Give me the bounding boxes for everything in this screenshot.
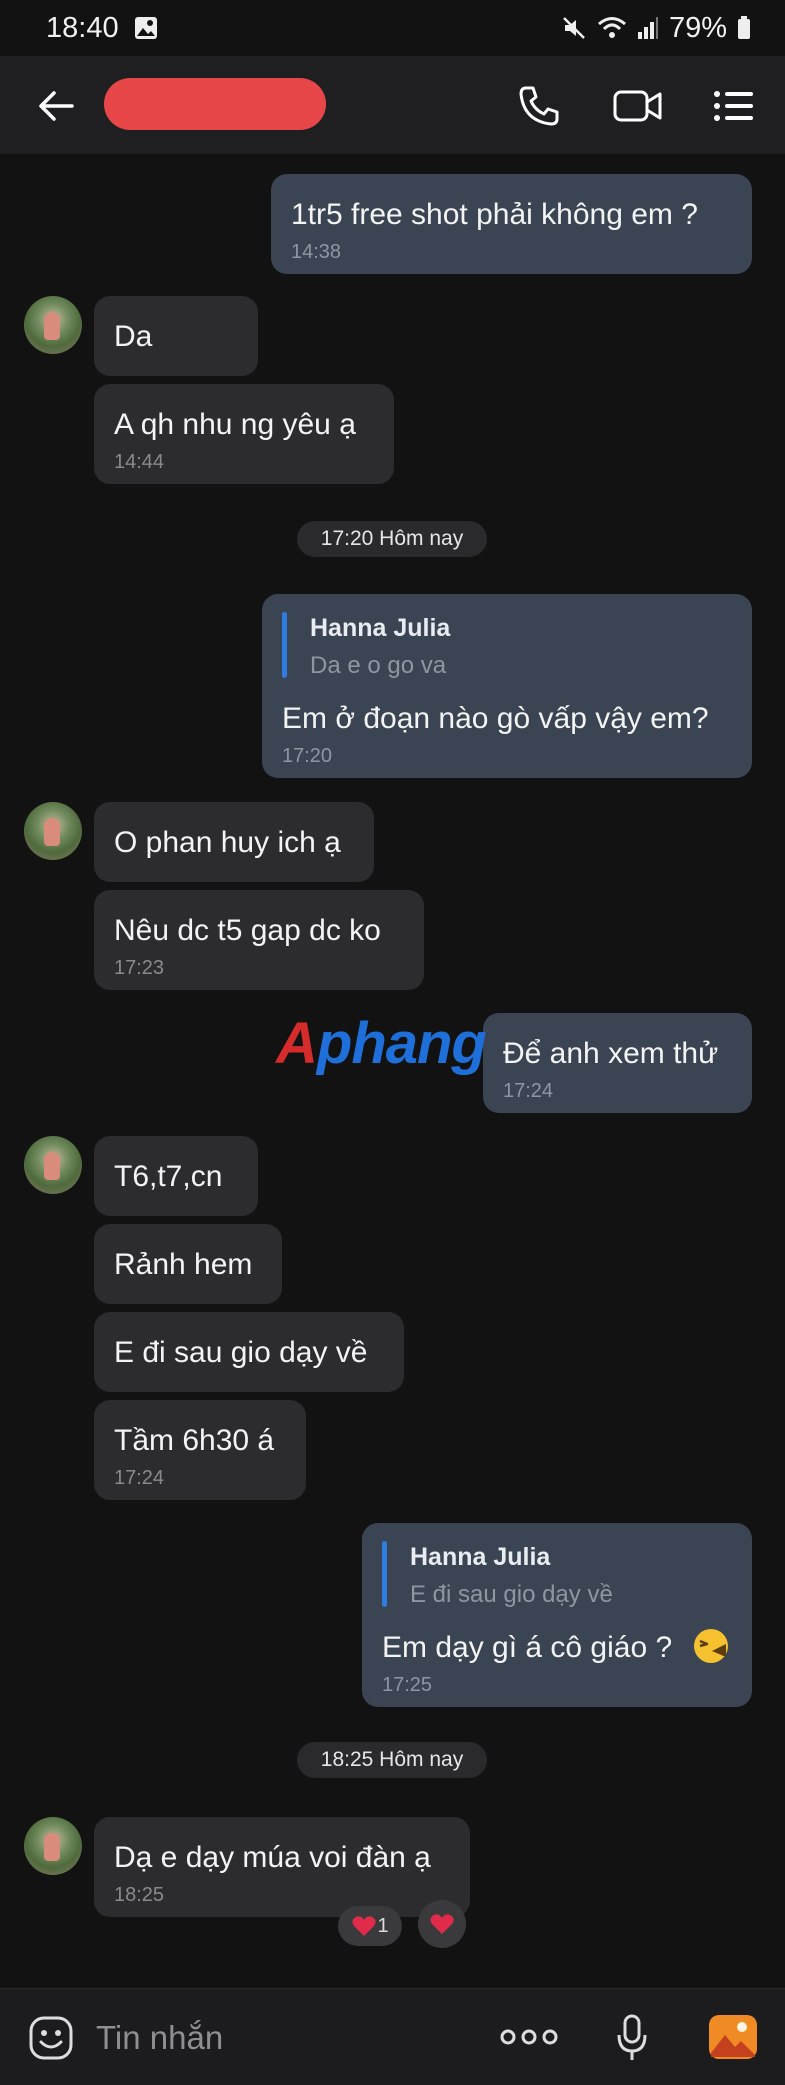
message-text: A qh nhu ng yêu ạ	[114, 408, 356, 441]
message-text: 1tr5 free shot phải không em ?	[291, 198, 698, 231]
message-outgoing-reply[interactable]: Hanna Julia E đi sau gio dạy về Em dạy g…	[362, 1523, 752, 1707]
heart-icon	[430, 1914, 454, 1934]
message-time: 17:25	[382, 1674, 433, 1696]
message-incoming[interactable]: A qh nhu ng yêu ạ 14:44	[94, 384, 394, 484]
wifi-icon	[597, 17, 626, 38]
message-time: 17:23	[114, 957, 165, 979]
heart-icon	[352, 1916, 377, 1936]
message-text: Rảnh hem	[114, 1248, 253, 1281]
gallery-icon[interactable]	[707, 2013, 759, 2061]
message-time: 17:20	[282, 745, 333, 767]
chat-header	[0, 56, 785, 154]
reply-sender: Hanna Julia	[410, 1543, 551, 1571]
message-text: T6,t7,cn	[114, 1160, 223, 1193]
message-text: O phan huy ich ạ	[114, 826, 341, 859]
reply-sender: Hanna Julia	[310, 614, 451, 642]
menu-list-icon[interactable]	[712, 84, 756, 128]
avatar[interactable]	[24, 1136, 82, 1194]
battery-icon	[738, 16, 750, 39]
microphone-icon[interactable]	[614, 2013, 650, 2063]
message-incoming[interactable]: Dạ e dạy múa voi đàn ạ 18:25	[94, 1817, 470, 1917]
add-reaction-button[interactable]	[418, 1900, 466, 1948]
reply-quote: E đi sau gio dạy về	[410, 1581, 613, 1608]
message-text: Để anh xem thử	[503, 1037, 719, 1070]
message-time: 17:24	[503, 1080, 554, 1102]
message-incoming[interactable]: E đi sau gio dạy về	[94, 1312, 404, 1392]
date-separator: 17:20 Hôm nay	[297, 521, 487, 557]
laughing-emoji-icon	[694, 1629, 728, 1663]
contact-name-redacted[interactable]	[104, 78, 326, 130]
message-outgoing-reply[interactable]: Hanna Julia Da e o go va Em ở đoạn nào g…	[262, 594, 752, 778]
message-incoming[interactable]: Nêu dc t5 gap dc ko 17:23	[94, 890, 424, 990]
message-text: E đi sau gio dạy về	[114, 1336, 368, 1369]
phone-icon[interactable]	[516, 84, 562, 128]
emoji-icon[interactable]	[28, 2015, 74, 2061]
message-input[interactable]: Tin nhắn	[96, 2019, 223, 2057]
message-incoming[interactable]: O phan huy ich ạ	[94, 802, 374, 882]
reply-accent-bar	[382, 1541, 387, 1607]
reply-accent-bar	[282, 612, 287, 678]
message-text: Nêu dc t5 gap dc ko	[114, 914, 381, 947]
message-outgoing[interactable]: 1tr5 free shot phải không em ? 14:38	[271, 174, 752, 274]
message-incoming[interactable]: Rảnh hem	[94, 1224, 282, 1304]
message-text: Em dạy gì á cô giáo ?	[382, 1631, 673, 1664]
avatar[interactable]	[24, 802, 82, 860]
message-time: 17:24	[114, 1467, 165, 1489]
battery-percent: 79%	[668, 11, 727, 44]
video-call-icon[interactable]	[612, 84, 664, 128]
gallery-notification-icon	[134, 17, 157, 39]
watermark-logo: Aphang	[276, 1010, 487, 1077]
message-text: Dạ e dạy múa voi đàn ạ	[114, 1841, 431, 1874]
message-text: Da	[114, 320, 153, 353]
message-text: Em ở đoạn nào gò vấp vậy em?	[282, 702, 709, 735]
status-bar: 18:40 79%	[0, 0, 785, 56]
date-separator: 18:25 Hôm nay	[297, 1742, 487, 1778]
message-text: Tầm 6h30 á	[114, 1424, 275, 1457]
avatar[interactable]	[24, 296, 82, 354]
back-arrow-icon[interactable]	[36, 86, 76, 126]
message-time: 18:25	[114, 1884, 165, 1906]
reaction-count: 1	[377, 1914, 389, 1937]
message-composer: Tin nhắn	[0, 1988, 785, 2085]
reaction-badge[interactable]: 1	[338, 1906, 402, 1946]
avatar[interactable]	[24, 1817, 82, 1875]
reply-quote: Da e o go va	[310, 652, 447, 679]
message-outgoing[interactable]: Để anh xem thử 17:24	[483, 1013, 752, 1113]
message-time: 14:44	[114, 451, 165, 473]
message-incoming[interactable]: Tầm 6h30 á 17:24	[94, 1400, 306, 1500]
signal-icon	[637, 17, 658, 39]
message-time: 14:38	[291, 241, 342, 263]
message-incoming[interactable]: T6,t7,cn	[94, 1136, 258, 1216]
watermark-part2: phang	[316, 1011, 487, 1076]
status-time: 18:40	[46, 11, 119, 44]
more-icon[interactable]	[500, 2027, 558, 2047]
mute-icon	[563, 17, 585, 39]
message-incoming[interactable]: Da	[94, 296, 258, 376]
watermark-part1: A	[276, 1011, 318, 1076]
